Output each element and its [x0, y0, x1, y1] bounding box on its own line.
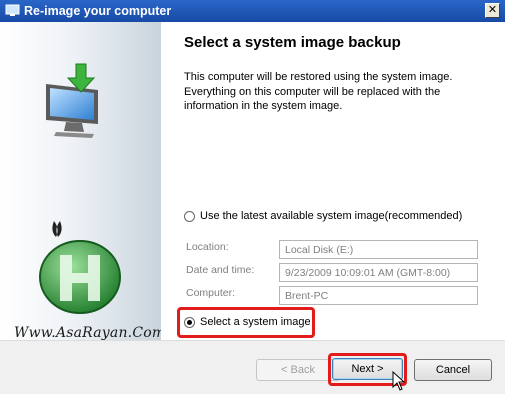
option-select-label[interactable]: Select a system image: [200, 316, 311, 328]
asarayan-logo-icon: [39, 221, 121, 314]
date-time-field: 9/23/2009 10:09:01 AM (GMT-8:00): [279, 263, 478, 282]
option-latest-label[interactable]: Use the latest available system image(re…: [200, 210, 462, 222]
page-title: Select a system image backup: [184, 34, 401, 51]
cancel-button[interactable]: Cancel: [414, 359, 492, 381]
title-bar: Re-image your computer ✕: [0, 0, 505, 22]
description-text: This computer will be restored using the…: [184, 71, 453, 112]
side-panel: Www.AsaRayan.Com: [0, 22, 161, 340]
window-title: Re-image your computer: [24, 4, 172, 18]
date-time-label: Date and time:: [186, 264, 255, 276]
radio-use-latest-image[interactable]: [184, 211, 195, 222]
watermark-text: Www.AsaRayan.Com: [14, 325, 161, 340]
location-label: Location:: [186, 241, 229, 253]
app-icon: [5, 4, 20, 16]
computer-field: Brent-PC: [279, 286, 478, 305]
close-icon: ✕: [487, 4, 498, 16]
monitor-restore-icon: [46, 63, 98, 138]
mouse-pointer-icon: [392, 371, 406, 391]
location-field: Local Disk (E:): [279, 240, 478, 259]
main-content: Select a system image backup This comput…: [161, 22, 505, 340]
computer-label: Computer:: [186, 287, 236, 299]
button-bar: < Back Next > Cancel: [0, 340, 505, 394]
radio-select-system-image[interactable]: [184, 317, 195, 328]
close-button[interactable]: ✕: [485, 3, 500, 18]
